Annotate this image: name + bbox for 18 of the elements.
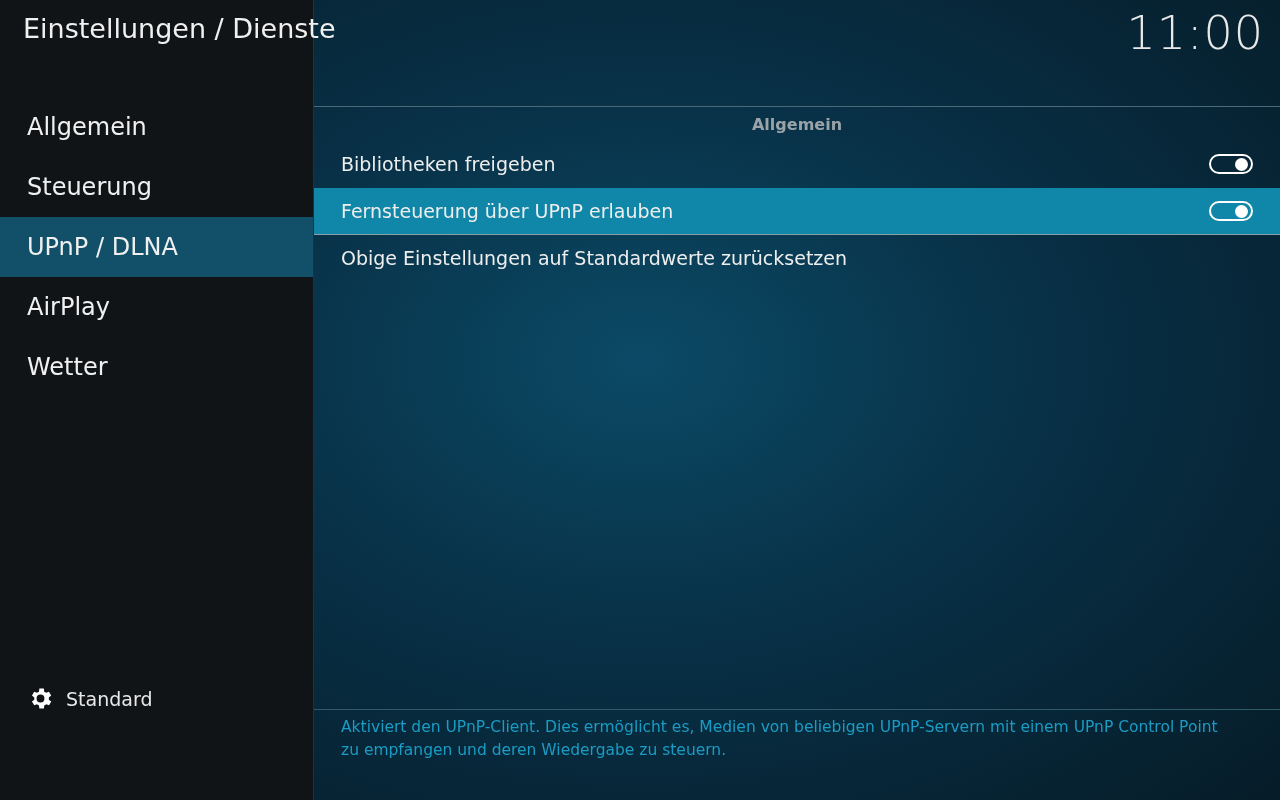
section-title: Allgemein	[750, 114, 844, 136]
toggle-switch[interactable]	[1209, 154, 1253, 174]
setting-label: Fernsteuerung über UPnP erlauben	[341, 200, 674, 222]
setting-label: Obige Einstellungen auf Standardwerte zurücksetzen	[341, 247, 848, 269]
settings-level-button[interactable]: Standard	[66, 687, 153, 710]
sidebar-item[interactable]: Wetter	[0, 337, 313, 397]
clock: 11:00	[1126, 5, 1265, 62]
sidebar-item[interactable]: Allgemein	[0, 97, 313, 157]
setting-label: Bibliotheken freigeben	[341, 153, 556, 175]
setting-description: Aktiviert den UPnP-Client. Dies ermöglicht es, Medien von beliebigen UPnP-Servern mit einem UPnP Control Point zu empfangen und deren Wiedergabe zu steuern.	[341, 717, 1219, 761]
sidebar-item[interactable]: AirPlay	[0, 277, 313, 337]
toggle-switch[interactable]	[1209, 201, 1253, 221]
setting-row[interactable]: Fernsteuerung über UPnP erlauben	[314, 188, 1280, 235]
sidebar-item[interactable]: UPnP / DLNA	[0, 217, 313, 277]
setting-row[interactable]: Obige Einstellungen auf Standardwerte zurücksetzen	[314, 235, 1280, 282]
setting-row[interactable]: Bibliotheken freigeben	[314, 141, 1280, 188]
page-title: Einstellungen / Dienste	[23, 12, 336, 46]
sidebar-item[interactable]: Steuerung	[0, 157, 313, 217]
